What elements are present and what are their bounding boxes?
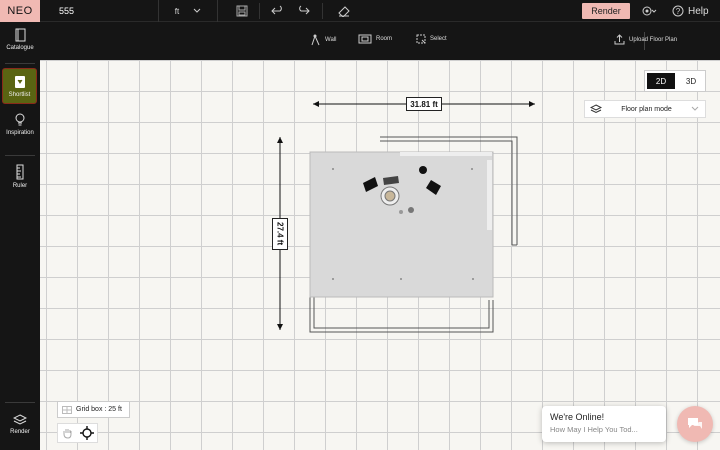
chat-subtitle: How May I Help You Tod... <box>550 425 638 434</box>
floor-plan-mode-select[interactable]: Floor plan mode <box>584 100 706 118</box>
canvas-nav-controls <box>57 423 98 443</box>
floor-plan-drawing <box>277 101 535 333</box>
room-floor[interactable] <box>309 151 494 298</box>
chat-bubble[interactable]: We're Online! How May I Help You Tod... <box>542 406 666 442</box>
height-dimension-label[interactable]: 27.4 ft <box>272 218 288 250</box>
hand-pan-icon[interactable] <box>61 427 73 439</box>
grid-box-indicator[interactable]: Grid box : 25 ft <box>57 401 130 418</box>
room-marker <box>400 278 402 280</box>
width-dimension-label[interactable]: 31.81 ft <box>406 97 442 111</box>
view-toggle: 2D 3D <box>644 70 706 92</box>
view-2d-button[interactable]: 2D <box>647 73 675 89</box>
room-marker <box>471 168 473 170</box>
window <box>400 152 492 156</box>
layers-icon <box>590 104 602 114</box>
grid-icon <box>62 405 72 414</box>
chat-title: We're Online! <box>550 412 605 422</box>
chat-button[interactable] <box>677 406 713 442</box>
window <box>487 160 492 230</box>
grid-box-label: Grid box : 25 ft <box>76 406 122 413</box>
mode-select-value: Floor plan mode <box>621 105 672 113</box>
room-marker <box>332 168 334 170</box>
chat-icon <box>688 418 702 429</box>
crosshair-icon[interactable] <box>79 426 94 440</box>
room-marker <box>332 278 334 280</box>
view-3d-button[interactable]: 3D <box>677 71 705 91</box>
chevron-down-icon <box>691 106 699 111</box>
room-marker <box>472 278 474 280</box>
height-dimension-text: 27.4 ft <box>275 222 285 246</box>
